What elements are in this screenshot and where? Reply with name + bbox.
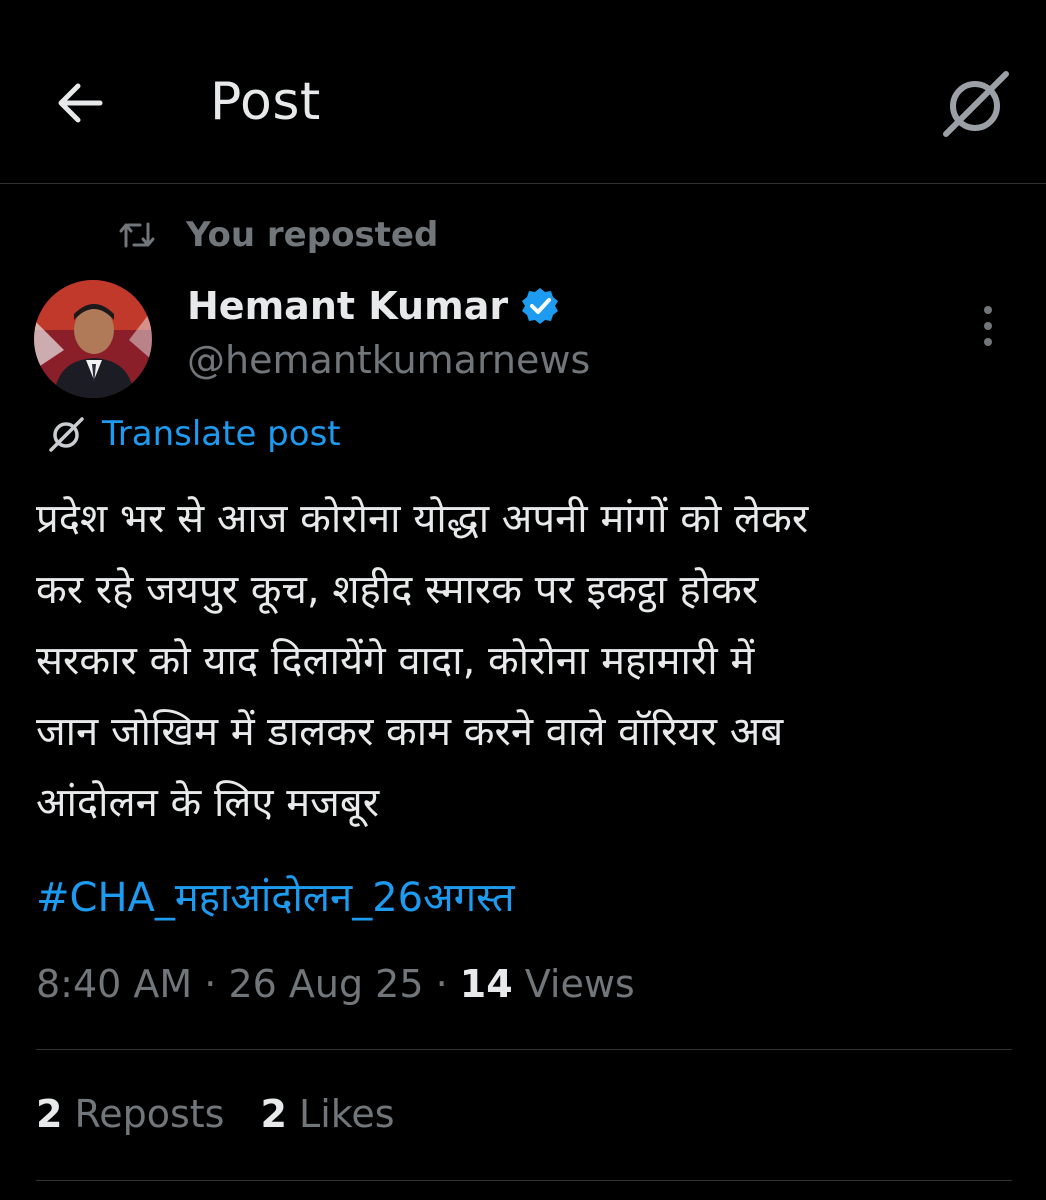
top-bar: Post: [0, 0, 1046, 184]
meta-separator: ·: [192, 962, 229, 1006]
reposts-stat[interactable]: 2 Reposts: [36, 1092, 224, 1136]
author-name: Hemant Kumar: [187, 284, 509, 328]
views-count[interactable]: 14: [460, 962, 513, 1006]
repost-indicator: You reposted: [118, 212, 438, 258]
repost-icon: [119, 222, 155, 248]
avatar-image: [34, 280, 152, 398]
post-text-line: आंदोलन के लिए मजबूर: [36, 780, 380, 826]
post-metadata: 8:40 AM · 26 Aug 25 · 14 Views: [36, 962, 635, 1006]
more-options-button[interactable]: [968, 304, 1008, 348]
page-title: Post: [210, 72, 321, 132]
verified-badge-icon: [522, 288, 559, 324]
engagement-stats: 2 Reposts 2 Likes: [36, 1092, 431, 1136]
likes-stat[interactable]: 2 Likes: [260, 1092, 394, 1136]
grok-icon: [49, 417, 84, 452]
likes-count: 2: [260, 1092, 287, 1136]
post-detail-screen: Post You reposted Hemant Kumar @hemantku…: [0, 0, 1046, 1200]
repost-label: You reposted: [186, 215, 439, 255]
avatar[interactable]: [34, 280, 152, 398]
post-date[interactable]: 26 Aug 25: [228, 962, 423, 1006]
post-text-line: सरकार को याद दिलायेंगे वादा, कोरोना महाम…: [36, 638, 755, 684]
divider: [36, 1180, 1012, 1181]
post-text-line: जान जोखिम में डालकर काम करने वाले वॉरियर…: [36, 709, 784, 755]
more-vertical-icon: [984, 306, 992, 346]
post-text-line: कर रहे जयपुर कूच, शहीद स्मारक पर इकट्ठा …: [36, 567, 759, 613]
divider: [36, 1049, 1012, 1050]
post-time[interactable]: 8:40 AM: [36, 962, 192, 1006]
translate-post-link[interactable]: Translate post: [46, 414, 341, 454]
reposts-count: 2: [36, 1092, 63, 1136]
reposts-label: Reposts: [62, 1092, 225, 1136]
meta-separator: ·: [423, 962, 460, 1006]
likes-label: Likes: [286, 1092, 395, 1136]
hashtag-link[interactable]: #CHA_महाआंदोलन_26अगस्त: [36, 868, 515, 923]
grok-button[interactable]: [938, 68, 1012, 142]
translate-label: Translate post: [102, 414, 341, 454]
post-text-line: प्रदेश भर से आज कोरोना योद्धा अपनी मांगो…: [36, 496, 809, 542]
arrow-left-icon: [58, 83, 103, 123]
post-text: प्रदेश भर से आज कोरोना योद्धा अपनी मांगो…: [36, 484, 1026, 839]
grok-icon: [943, 71, 1009, 137]
author-name-row[interactable]: Hemant Kumar: [187, 284, 560, 328]
views-label[interactable]: Views: [513, 962, 635, 1006]
author-handle[interactable]: @hemantkumarnews: [187, 338, 590, 382]
back-button[interactable]: [50, 78, 110, 128]
